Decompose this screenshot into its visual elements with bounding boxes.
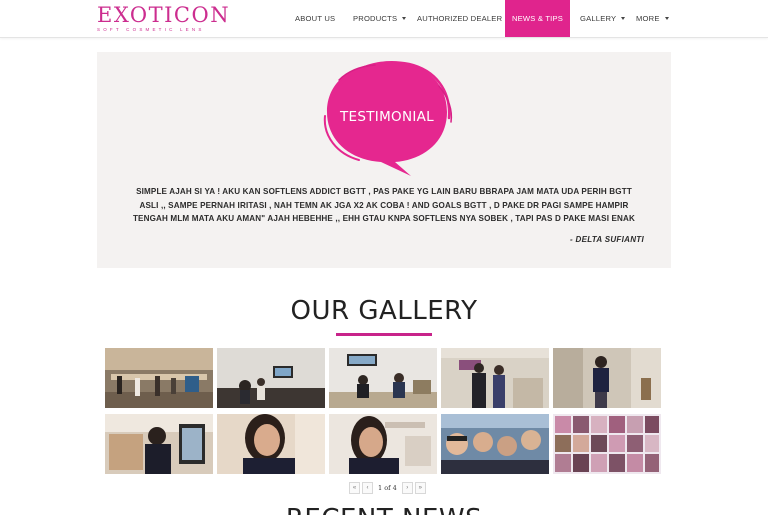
nav-item-about-us[interactable]: ABOUT US xyxy=(295,0,335,37)
quote-line: ASLI ,, SAMPE PERNAH IRITASI , NAH TEMN … xyxy=(139,200,629,210)
title-underline xyxy=(336,333,432,336)
nav-item-news-tips[interactable]: NEWS & TIPS xyxy=(505,0,570,37)
brand-name: EXOTICON xyxy=(97,3,231,27)
gallery-title: OUR GALLERY xyxy=(290,296,478,326)
testimonial-heading: TESTIMONIAL xyxy=(340,109,434,125)
pager-last-button[interactable]: » xyxy=(414,482,426,494)
gallery-grid xyxy=(105,348,663,474)
gallery-photo-talkshow[interactable] xyxy=(329,348,437,408)
news-title: RECENT NEWS xyxy=(0,504,768,515)
gallery-photo-guests[interactable] xyxy=(441,348,549,408)
nav-label: ABOUT US xyxy=(295,14,336,23)
nav-label: NEWS & TIPS xyxy=(511,14,563,23)
pager-prev-button[interactable]: ‹ xyxy=(362,482,373,494)
nav-item-gallery[interactable]: GALLERY xyxy=(580,0,626,37)
gallery-pagination: « ‹ 1 of 4 › » xyxy=(349,482,426,494)
nav-item-products[interactable]: PRODUCTS xyxy=(353,0,407,37)
brand-logo[interactable]: EXOTICON SOFT COSMETIC LENS xyxy=(97,4,230,33)
quote-line: TENGAH MLM MATA AKU AMAN" AJAH HEBEHHE ,… xyxy=(132,214,636,223)
nav-label: AUTHORIZED DEALER xyxy=(417,14,503,23)
pager-info: 1 of 4 xyxy=(378,484,397,492)
site-header: EXOTICON SOFT COSMETIC LENS ABOUT US PRO… xyxy=(0,0,768,38)
nav-label: GALLERY xyxy=(580,14,617,23)
quote-line: SIMPLE AJAH SI YA ! AKU KAN SOFTLENS ADD… xyxy=(136,187,632,196)
testimonial-section: TESTIMONIAL SIMPLE AJAH SI YA ! AKU KAN … xyxy=(97,52,671,268)
gallery-photo-model-standing[interactable] xyxy=(553,348,661,408)
gallery-photo-presentation[interactable] xyxy=(217,348,325,408)
gallery-photo-event-hall[interactable] xyxy=(105,348,213,408)
testimonial-badge: TESTIMONIAL xyxy=(319,56,455,183)
gallery-photo-phone-selfie[interactable] xyxy=(105,414,213,474)
pager-first-button[interactable]: « xyxy=(349,482,360,494)
testimonial-quote: SIMPLE AJAH SI YA ! AKU KAN SOFTLENS ADD… xyxy=(111,185,657,226)
nav-label: PRODUCTS xyxy=(353,14,398,23)
pager-next-button[interactable]: › xyxy=(401,482,413,494)
brand-tagline: SOFT COSMETIC LENS xyxy=(97,27,205,32)
gallery-photo-portrait-exoticon[interactable] xyxy=(329,414,437,474)
chevron-down-icon xyxy=(664,17,669,20)
chevron-down-icon xyxy=(621,17,626,20)
testimonial-author: - DELTA SUFIANTI xyxy=(570,235,644,244)
gallery-photo-portrait-smile[interactable] xyxy=(217,414,325,474)
nav-label: MORE xyxy=(636,14,660,23)
nav-item-authorized-dealer[interactable]: AUTHORIZED DEALER xyxy=(417,0,502,37)
gallery-photo-group-selfie[interactable] xyxy=(441,414,549,474)
nav-item-more[interactable]: MORE xyxy=(636,0,669,37)
gallery-photo-collage[interactable] xyxy=(553,414,661,474)
chevron-down-icon xyxy=(402,17,407,20)
